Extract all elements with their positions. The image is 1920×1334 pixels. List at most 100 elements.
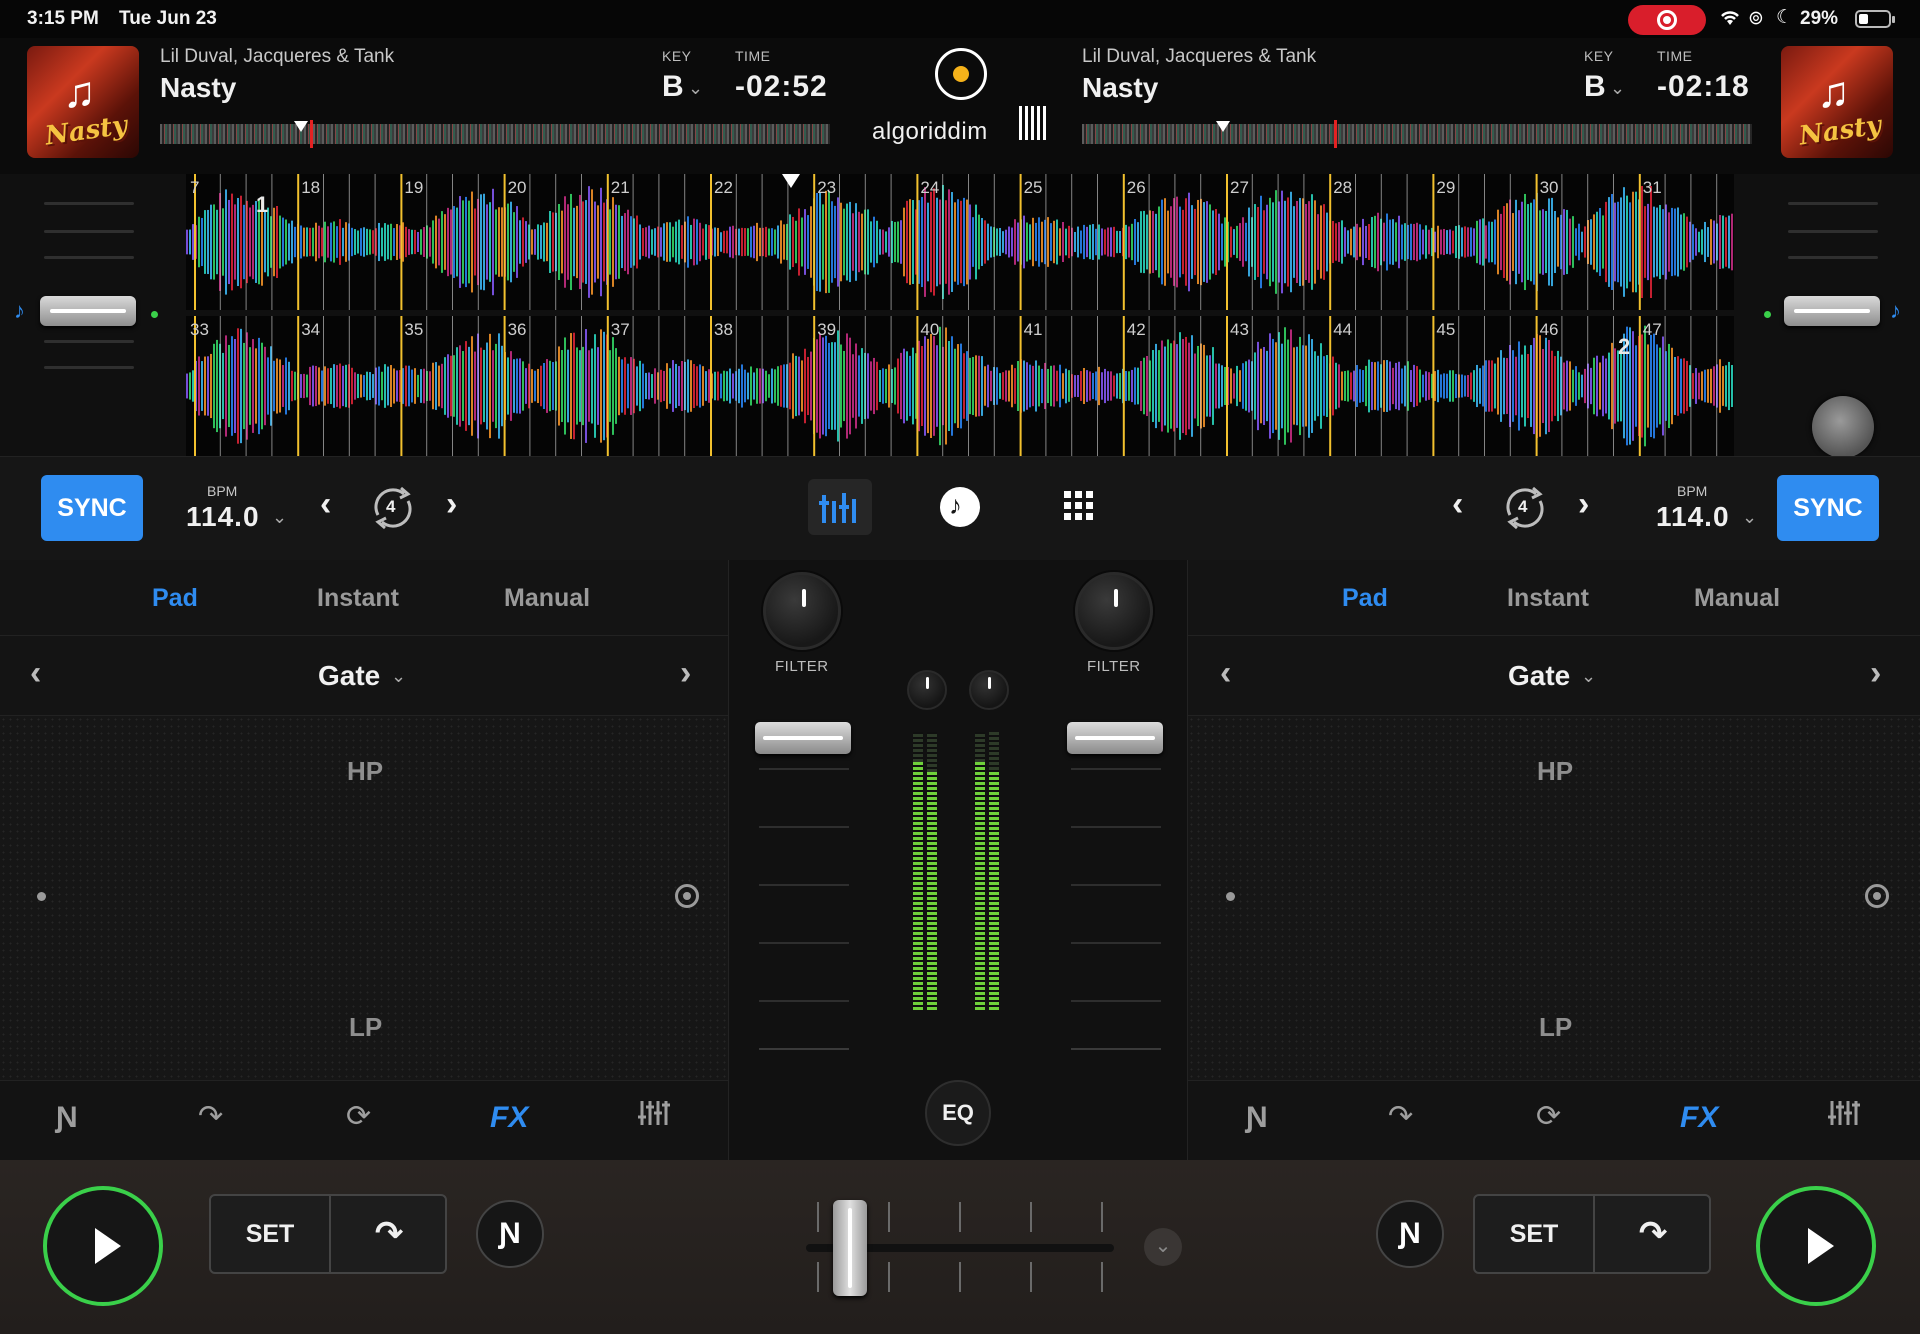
- next-effect-button[interactable]: ›: [680, 654, 691, 693]
- effect-name-right[interactable]: Gate: [1508, 660, 1570, 692]
- gain-knob-right[interactable]: [969, 670, 1009, 710]
- waveform-slice: [1551, 197, 1553, 287]
- filter-knob-right[interactable]: [1075, 572, 1153, 650]
- waveform-slice: [996, 367, 998, 405]
- tab-pad[interactable]: Pad: [1342, 584, 1388, 613]
- loop-next-button[interactable]: ›: [1578, 485, 1589, 524]
- eq-sliders-icon[interactable]: [1826, 1097, 1862, 1137]
- track-overview-left[interactable]: [160, 124, 830, 144]
- chevron-down-icon[interactable]: ⌄: [391, 666, 406, 687]
- next-effect-button[interactable]: ›: [1870, 654, 1881, 693]
- waveform-slice: [852, 213, 854, 271]
- waveform-slice: [792, 353, 794, 419]
- bpm-label-left: BPM: [207, 483, 238, 499]
- channel-fader-left[interactable]: [759, 710, 849, 1050]
- eq-sliders-icon[interactable]: [636, 1097, 672, 1137]
- set-cue-button-left[interactable]: SET: [211, 1196, 329, 1272]
- sync-button-right[interactable]: SYNC: [1777, 475, 1879, 541]
- track-overview-right[interactable]: [1082, 124, 1752, 144]
- loop-prev-button[interactable]: ‹: [1452, 485, 1463, 524]
- hot-cue-marker[interactable]: 2: [1618, 334, 1630, 360]
- waveform-slice: [1416, 222, 1418, 262]
- tab-manual[interactable]: Manual: [504, 584, 590, 613]
- chevron-down-icon[interactable]: ⌄: [688, 78, 703, 99]
- chevron-down-icon[interactable]: ⌄: [1742, 507, 1757, 528]
- music-library-button[interactable]: ♪: [940, 487, 980, 527]
- chevron-down-icon[interactable]: ⌄: [1581, 666, 1596, 687]
- waveform-slice: [336, 226, 338, 258]
- key-value-left[interactable]: B: [662, 70, 684, 104]
- fx-tab[interactable]: FX: [1680, 1101, 1718, 1135]
- screen-record-icon[interactable]: [1628, 5, 1706, 35]
- cue-jump-icon[interactable]: ↷: [198, 1099, 223, 1134]
- chevron-down-icon[interactable]: ⌄: [272, 507, 287, 528]
- waveform-slice: [906, 351, 908, 421]
- prev-effect-button[interactable]: ‹: [1220, 654, 1231, 693]
- filter-knob-left[interactable]: [763, 572, 841, 650]
- fader-handle-right[interactable]: [1067, 722, 1163, 754]
- neural-mix-icon[interactable]: Ɲ: [1246, 1101, 1268, 1135]
- pitch-handle-left[interactable]: [40, 296, 136, 326]
- hot-cue-marker[interactable]: 1: [256, 192, 268, 218]
- waveform-slice: [1722, 366, 1724, 406]
- neural-mix-button-left[interactable]: Ɲ: [476, 1200, 544, 1268]
- play-button-left[interactable]: [43, 1186, 163, 1306]
- loop-prev-button[interactable]: ‹: [320, 485, 331, 524]
- cue-jump-icon[interactable]: ↷: [1388, 1099, 1413, 1134]
- loop-icon[interactable]: ⟳: [1536, 1099, 1561, 1134]
- assistive-touch-button[interactable]: [1812, 396, 1874, 458]
- gain-knob-left[interactable]: [907, 670, 947, 710]
- album-art-right[interactable]: ♫ Nasty: [1781, 46, 1893, 158]
- eq-button[interactable]: EQ: [925, 1080, 991, 1146]
- waveform-slice: [207, 356, 209, 416]
- key-value-right[interactable]: B: [1584, 70, 1606, 104]
- beat-line: [1380, 174, 1382, 310]
- waveform-slice: [1236, 365, 1238, 407]
- neural-mix-button-right[interactable]: Ɲ: [1376, 1200, 1444, 1268]
- tab-instant[interactable]: Instant: [317, 584, 399, 613]
- loop-button-right[interactable]: 4: [1500, 485, 1550, 531]
- xy-pad-left[interactable]: HP LP: [0, 716, 728, 1080]
- waveform-right[interactable]: 33343536373839404142434445464742: [186, 316, 1734, 456]
- beat-line: [348, 174, 350, 310]
- album-art-left[interactable]: ♫ Nasty: [27, 46, 139, 158]
- waveform-slice: [237, 328, 239, 444]
- tab-instant[interactable]: Instant: [1507, 584, 1589, 613]
- tab-manual[interactable]: Manual: [1694, 584, 1780, 613]
- cue-jump-button-left[interactable]: ↷: [331, 1196, 447, 1272]
- tab-pad[interactable]: Pad: [152, 584, 198, 613]
- waveform-slice: [981, 356, 983, 416]
- loop-button-left[interactable]: 4: [368, 485, 418, 531]
- chevron-down-icon[interactable]: ⌄: [1144, 1228, 1182, 1266]
- cue-jump-button-right[interactable]: ↷: [1595, 1196, 1711, 1272]
- xy-pad-right[interactable]: HP LP: [1188, 716, 1920, 1080]
- waveform-slice: [1674, 356, 1676, 416]
- bpm-value-left[interactable]: 114.0: [186, 501, 260, 533]
- prev-effect-button[interactable]: ‹: [30, 654, 41, 693]
- beat-number: 27: [1230, 178, 1249, 197]
- loop-next-button[interactable]: ›: [446, 485, 457, 524]
- mixer-view-button[interactable]: [808, 479, 872, 535]
- play-button-right[interactable]: [1756, 1186, 1876, 1306]
- loop-icon[interactable]: ⟳: [346, 1099, 371, 1134]
- fx-tab[interactable]: FX: [490, 1101, 528, 1135]
- waveform-left[interactable]: 7181920212223242526272829303131: [186, 174, 1734, 310]
- chevron-down-icon[interactable]: ⌄: [1610, 78, 1625, 99]
- fader-handle-left[interactable]: [755, 722, 851, 754]
- sync-button-left[interactable]: SYNC: [41, 475, 143, 541]
- neural-mix-icon[interactable]: Ɲ: [56, 1101, 78, 1135]
- channel-fader-right[interactable]: [1071, 710, 1161, 1050]
- pads-grid-button[interactable]: [1064, 491, 1094, 521]
- pitch-handle-right[interactable]: [1784, 296, 1880, 326]
- waveform-slice: [567, 204, 569, 280]
- bpm-value-right[interactable]: 114.0: [1656, 501, 1730, 533]
- crossfader-handle[interactable]: [833, 1200, 867, 1296]
- waveform-slice: [1626, 195, 1628, 289]
- waveform-slice: [261, 342, 263, 430]
- crossfader-tick: [888, 1202, 890, 1232]
- waveform-slice: [723, 230, 725, 254]
- waveform-slice: [525, 368, 527, 404]
- effect-name-left[interactable]: Gate: [318, 660, 380, 692]
- set-cue-button-right[interactable]: SET: [1475, 1196, 1593, 1272]
- status-date: Tue Jun 23: [119, 8, 217, 29]
